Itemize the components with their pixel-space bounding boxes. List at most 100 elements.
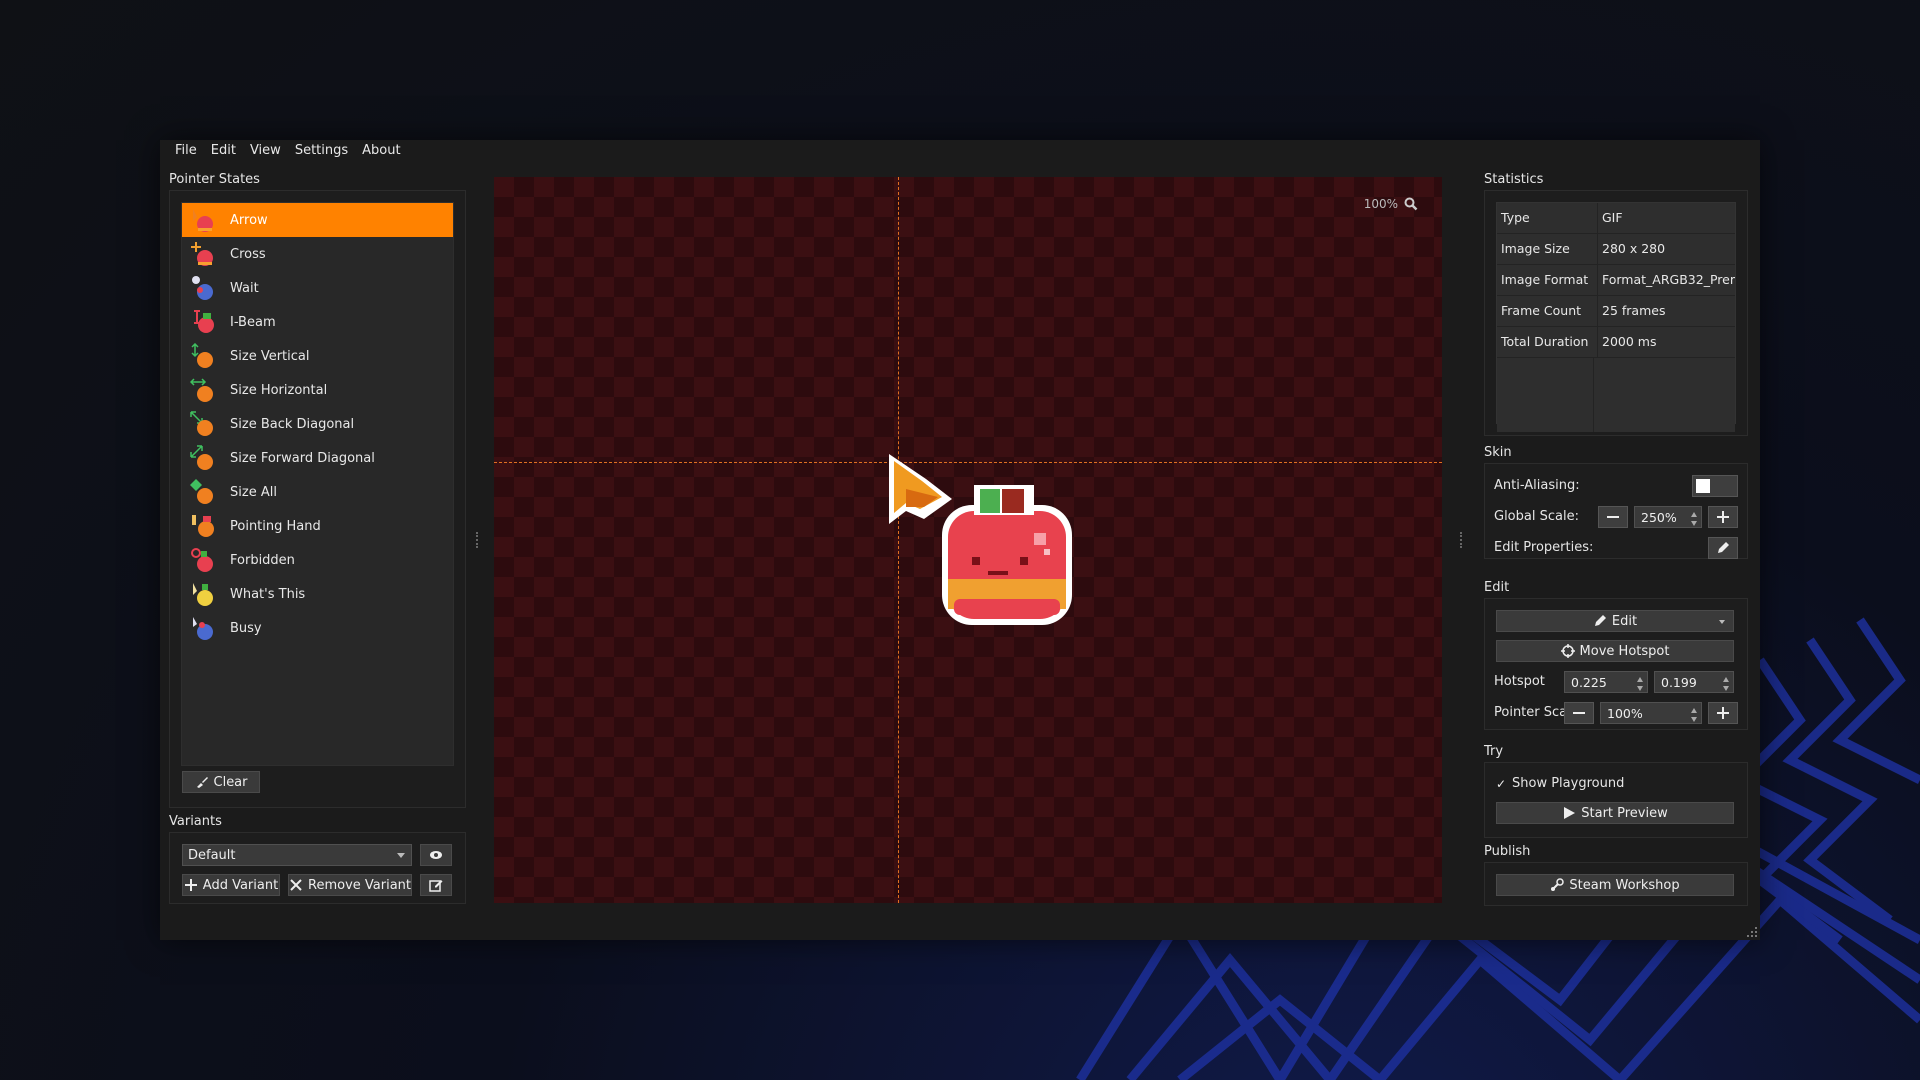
whats-this-pointer-icon xyxy=(190,581,216,607)
clear-button-label: Clear xyxy=(213,774,248,790)
pointer-item-forbidden[interactable]: Forbidden xyxy=(182,543,453,577)
move-hotspot-label: Move Hotspot xyxy=(1579,643,1670,659)
edit-title: Edit xyxy=(1484,580,1510,595)
minus-icon xyxy=(1607,516,1619,518)
edit-dropdown-button[interactable]: Edit xyxy=(1496,610,1734,632)
pointer-item-size-back-diagonal[interactable]: Size Back Diagonal xyxy=(182,407,453,441)
pointer-scale-spinbox[interactable]: 100% xyxy=(1600,702,1702,724)
menu-settings[interactable]: Settings xyxy=(288,140,355,162)
pointer-item-size-all[interactable]: Size All xyxy=(182,475,453,509)
move-hotspot-button[interactable]: Move Hotspot xyxy=(1496,640,1734,662)
menu-file[interactable]: File xyxy=(168,140,204,162)
skin-title: Skin xyxy=(1484,445,1512,460)
pointer-scale-increase-button[interactable] xyxy=(1708,702,1738,724)
hotspot-y-value: 0.199 xyxy=(1661,674,1697,690)
magnifier-icon xyxy=(1404,197,1418,211)
preview-variant-button[interactable] xyxy=(420,844,452,866)
crosshair-icon xyxy=(1560,644,1575,658)
size-forward-diagonal-pointer-icon xyxy=(190,445,216,471)
pointer-scale-value: 100% xyxy=(1607,705,1643,721)
empty-cell xyxy=(1594,358,1735,432)
pointer-item-whats-this[interactable]: What's This xyxy=(182,577,453,611)
table-row: Frame Count 25 frames xyxy=(1497,296,1735,327)
pointer-states-list[interactable]: Arrow Cross Wait I-Beam Size Vertical Si… xyxy=(181,202,454,766)
clear-button[interactable]: Clear xyxy=(182,771,260,793)
spin-arrows-icon xyxy=(1723,677,1729,691)
menu-edit[interactable]: Edit xyxy=(204,140,243,162)
right-splitter-handle[interactable] xyxy=(1460,532,1464,548)
stat-value: 2000 ms xyxy=(1598,327,1735,357)
pointer-item-label: Forbidden xyxy=(230,552,295,568)
pointer-item-label: Size All xyxy=(230,484,277,500)
pointer-item-label: I-Beam xyxy=(230,314,276,330)
menu-bar: File Edit View Settings About xyxy=(160,140,408,162)
anti-aliasing-toggle[interactable] xyxy=(1692,475,1738,497)
pointer-item-busy[interactable]: Busy xyxy=(182,611,453,645)
steam-workshop-label: Steam Workshop xyxy=(1569,877,1680,893)
pointer-item-size-horizontal[interactable]: Size Horizontal xyxy=(182,373,453,407)
pointer-item-label: Busy xyxy=(230,620,262,636)
size-vertical-pointer-icon xyxy=(190,343,216,369)
pointer-item-size-forward-diagonal[interactable]: Size Forward Diagonal xyxy=(182,441,453,475)
pointer-item-wait[interactable]: Wait xyxy=(182,271,453,305)
edit-icon xyxy=(429,880,443,892)
plus-icon xyxy=(1717,511,1729,523)
hotspot-y-spinbox[interactable]: 0.199 xyxy=(1654,671,1734,693)
pointer-item-ibeam[interactable]: I-Beam xyxy=(182,305,453,339)
add-variant-button[interactable]: Add Variant xyxy=(182,874,280,896)
preview-canvas[interactable]: 100% xyxy=(494,177,1442,903)
show-playground-checkbox[interactable]: ✓ xyxy=(1496,778,1508,790)
left-splitter-handle[interactable] xyxy=(476,532,480,548)
menu-about[interactable]: About xyxy=(355,140,407,162)
edit-button-label: Edit xyxy=(1611,613,1638,629)
pointer-item-label: What's This xyxy=(230,586,306,602)
plus-icon xyxy=(1717,707,1729,719)
global-scale-increase-button[interactable] xyxy=(1708,506,1738,528)
global-scale-value: 250% xyxy=(1641,509,1677,525)
start-preview-button[interactable]: Start Preview xyxy=(1496,802,1734,824)
anti-aliasing-label: Anti-Aliasing: xyxy=(1494,478,1580,493)
resize-grip-icon[interactable] xyxy=(1746,926,1758,938)
size-back-diagonal-pointer-icon xyxy=(190,411,216,437)
table-empty-area xyxy=(1497,358,1735,432)
pointer-item-size-vertical[interactable]: Size Vertical xyxy=(182,339,453,373)
pointer-item-cross[interactable]: Cross xyxy=(182,237,453,271)
pointer-scale-decrease-button[interactable] xyxy=(1564,702,1594,724)
spin-arrows-icon xyxy=(1691,512,1697,526)
remove-variant-button[interactable]: Remove Variant xyxy=(288,874,412,896)
pointer-item-label: Cross xyxy=(230,246,266,262)
global-scale-label: Global Scale: xyxy=(1494,509,1579,524)
menu-view[interactable]: View xyxy=(243,140,288,162)
table-row: Total Duration 2000 ms xyxy=(1497,327,1735,358)
edit-properties-button[interactable] xyxy=(1708,537,1738,559)
spin-arrows-icon xyxy=(1637,677,1643,691)
pointer-item-pointing-hand[interactable]: Pointing Hand xyxy=(182,509,453,543)
eye-icon xyxy=(430,851,442,859)
stat-key: Image Size xyxy=(1497,234,1598,264)
global-scale-spinbox[interactable]: 250% xyxy=(1634,506,1702,528)
try-group xyxy=(1484,762,1748,838)
pointer-item-label: Size Horizontal xyxy=(230,382,328,398)
arrow-pointer-icon xyxy=(190,207,216,233)
variant-select-value: Default xyxy=(188,847,236,863)
hotspot-x-value: 0.225 xyxy=(1571,674,1607,690)
edit-variant-button[interactable] xyxy=(420,874,452,896)
variant-select[interactable]: Default xyxy=(182,844,412,866)
statistics-title: Statistics xyxy=(1484,172,1544,187)
pointer-item-arrow[interactable]: Arrow xyxy=(182,203,453,237)
global-scale-decrease-button[interactable] xyxy=(1598,506,1628,528)
zoom-indicator[interactable]: 100% xyxy=(1364,197,1418,211)
empty-cell xyxy=(1497,358,1594,432)
pointer-item-label: Size Back Diagonal xyxy=(230,416,355,432)
brush-icon xyxy=(196,777,208,788)
size-horizontal-pointer-icon xyxy=(190,377,216,403)
zoom-level: 100% xyxy=(1363,197,1398,211)
hotspot-x-spinbox[interactable]: 0.225 xyxy=(1564,671,1648,693)
statistics-table: Type GIF Image Size 280 x 280 Image Form… xyxy=(1496,202,1736,432)
pointer-item-label: Pointing Hand xyxy=(230,518,321,534)
steam-workshop-button[interactable]: Steam Workshop xyxy=(1496,874,1734,896)
stat-key: Image Format xyxy=(1497,265,1598,295)
edit-properties-label: Edit Properties: xyxy=(1494,540,1594,555)
stat-value: GIF xyxy=(1598,203,1735,233)
ibeam-pointer-icon xyxy=(190,309,216,335)
